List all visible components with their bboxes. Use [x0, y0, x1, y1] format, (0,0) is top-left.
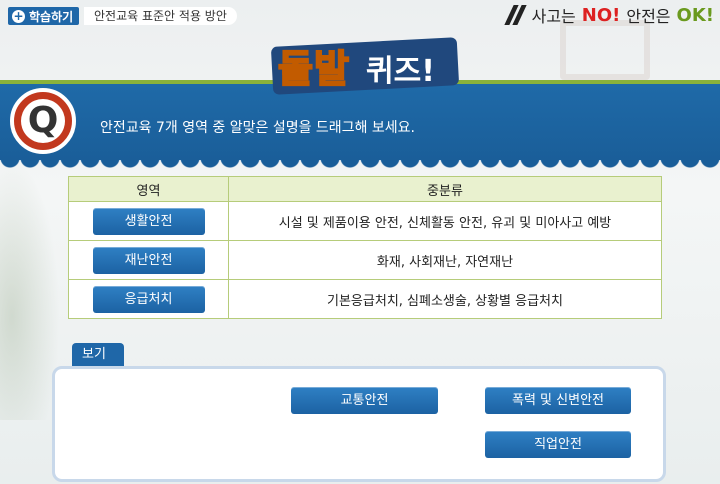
drop-target-desc[interactable]: 화재, 사회재난, 자연재난	[228, 240, 662, 280]
top-bar: + 학습하기 안전교육 표준안 적용 방안 사고는 NO! 안전은 OK!	[0, 0, 720, 30]
table-row: 생활안전 시설 및 제품이용 안전, 신체활동 안전, 유괴 및 미아사고 예방	[68, 201, 662, 241]
learn-label: 학습하기	[29, 9, 74, 24]
area-button-disaster-safety: 재난안전	[92, 246, 205, 274]
breadcrumb: 안전교육 표준안 적용 방안	[84, 7, 237, 25]
bogi-box	[52, 366, 666, 482]
slogan-part2: 안전은	[626, 7, 671, 26]
quiz-title: 돌발 퀴즈!	[264, 36, 462, 96]
table-header-row: 영역 중분류	[68, 176, 662, 202]
choice-violence-personal-safety[interactable]: 폭력 및 신변안전	[485, 387, 631, 414]
area-button-first-aid: 응급처치	[92, 285, 205, 313]
slogan-no: NO!	[581, 4, 621, 26]
slash-icon	[503, 5, 527, 25]
plus-icon: +	[12, 8, 25, 23]
slogan: 사고는 NO! 안전은 OK!	[503, 2, 714, 28]
learn-badge[interactable]: + 학습하기	[8, 7, 80, 25]
choice-traffic-safety[interactable]: 교통안전	[291, 387, 438, 414]
drop-target-desc[interactable]: 시설 및 제품이용 안전, 신체활동 안전, 유괴 및 미아사고 예방	[228, 201, 662, 241]
slogan-part1: 사고는	[531, 7, 576, 26]
q-letter: Q	[21, 99, 65, 143]
question-text: 안전교육 7개 영역 중 알맞은 설명을 드래그해 보세요.	[100, 120, 415, 136]
background-plant-decor	[0, 160, 60, 420]
bogi-tab: 보기	[72, 343, 124, 367]
category-table: 영역 중분류 생활안전 시설 및 제품이용 안전, 신체활동 안전, 유괴 및 …	[68, 176, 662, 319]
question-q-icon: Q	[10, 88, 76, 154]
table-header-area: 영역	[68, 176, 229, 202]
slogan-ok: OK!	[676, 4, 714, 26]
table-row: 재난안전 화재, 사회재난, 자연재난	[68, 240, 662, 280]
table-header-desc: 중분류	[228, 176, 662, 202]
quiz-title-part1: 돌발	[277, 46, 350, 92]
area-button-life-safety: 생활안전	[92, 207, 205, 235]
choice-occupational-safety[interactable]: 직업안전	[485, 431, 631, 458]
drop-target-desc[interactable]: 기본응급처치, 심폐소생술, 상황별 응급처치	[228, 279, 662, 319]
table-row: 응급처치 기본응급처치, 심폐소생술, 상황별 응급처치	[68, 279, 662, 319]
quiz-title-part2: 퀴즈!	[366, 54, 435, 89]
